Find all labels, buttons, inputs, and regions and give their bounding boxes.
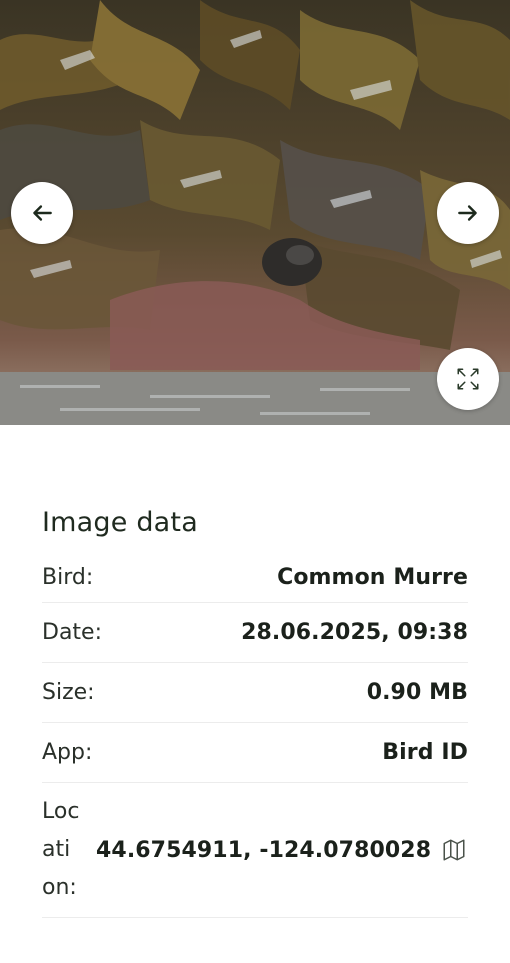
map-icon[interactable] — [440, 836, 468, 864]
arrow-left-icon — [33, 205, 52, 221]
section-title: Image data — [42, 507, 198, 538]
arrow-right-icon — [458, 205, 477, 221]
date-value: 28.06.2025, 09:38 — [241, 620, 468, 645]
fullscreen-button[interactable] — [437, 348, 499, 410]
app-value: Bird ID — [382, 740, 468, 765]
size-label: Size: — [42, 680, 95, 705]
bird-row: Bird: Common Murre — [42, 552, 468, 603]
next-image-button[interactable] — [437, 182, 499, 244]
location-row: Location: 44.6754911, -124.0780028 — [42, 783, 468, 918]
location-value: 44.6754911, -124.0780028 — [96, 837, 432, 863]
app-label: App: — [42, 740, 93, 765]
date-label: Date: — [42, 620, 102, 645]
app-row: App: Bird ID — [42, 723, 468, 783]
size-row: Size: 0.90 MB — [42, 663, 468, 723]
previous-image-button[interactable] — [11, 182, 73, 244]
bird-photo-image — [0, 0, 510, 425]
bird-value: Common Murre — [277, 564, 468, 590]
image-data-panel: Image data Bird: Common Murre Date: 28.0… — [0, 425, 510, 918]
date-row: Date: 28.06.2025, 09:38 — [42, 603, 468, 663]
expand-icon — [457, 368, 479, 390]
size-value: 0.90 MB — [366, 680, 468, 705]
bird-label: Bird: — [42, 564, 94, 590]
bird-photo — [0, 0, 510, 425]
location-label: Location: — [42, 799, 80, 900]
